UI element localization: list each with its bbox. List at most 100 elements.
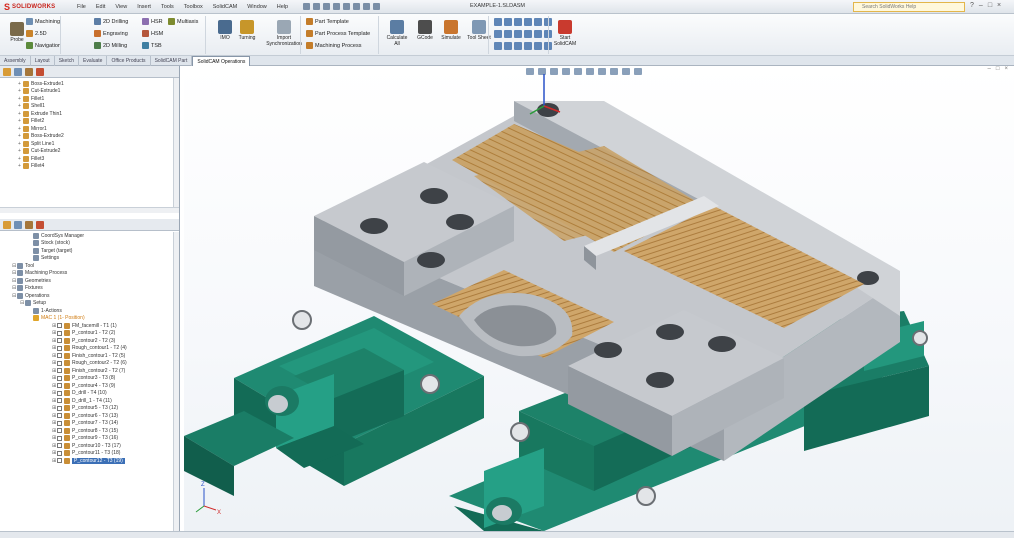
operation-checkbox[interactable]	[57, 398, 62, 404]
operation-item[interactable]: ⊞ P_contour11 - T3 (18)	[4, 450, 172, 458]
cam-tree-item[interactable]: ⊟ Machining Process	[4, 270, 172, 278]
config-tab-icon[interactable]	[25, 220, 33, 229]
operation-checkbox[interactable]	[57, 345, 62, 351]
operation-checkbox[interactable]	[57, 383, 62, 389]
operation-checkbox[interactable]	[57, 323, 62, 329]
operation-item[interactable]: ⊞ P_contour2 - T2 (3)	[4, 337, 172, 345]
view-tool-icon[interactable]	[534, 42, 542, 50]
feature-manager-tab-icon[interactable]	[3, 67, 11, 76]
machining-process-button[interactable]: Machining Process	[306, 42, 361, 49]
tsb-button[interactable]: TSB	[142, 42, 162, 49]
select-icon[interactable]	[353, 3, 361, 10]
operation-item[interactable]: ⊞ P_contour7 - T3 (14)	[4, 420, 172, 428]
hsm-button[interactable]: HSM	[142, 30, 163, 37]
open-icon[interactable]	[313, 3, 321, 10]
cam-tree-item[interactable]: Target (target)	[4, 247, 172, 255]
hsr-button[interactable]: HSR	[142, 18, 163, 25]
part-template-button[interactable]: Part Template	[306, 18, 349, 25]
feature-tree-item[interactable]: + Mirror1	[4, 125, 179, 133]
operation-item[interactable]: ⊞ P_contour6 - T3 (13)	[4, 412, 172, 420]
part-process-template-button[interactable]: Part Process Template	[306, 30, 370, 37]
view-tool-icon[interactable]	[514, 30, 522, 38]
undo-icon[interactable]	[343, 3, 351, 10]
view-tool-icon[interactable]	[524, 42, 532, 50]
tab-solidcam-operations[interactable]: SolidCAM Operations	[192, 56, 251, 66]
property-manager-tab-icon[interactable]	[14, 67, 22, 76]
calculate-all-button[interactable]: Calculate All	[384, 20, 410, 47]
feature-tree-item[interactable]: + Boss-Extrude1	[4, 80, 179, 88]
operation-checkbox[interactable]	[57, 405, 62, 411]
graphics-area[interactable]: – □ × Z X	[184, 66, 1014, 531]
view-tool-icon[interactable]	[514, 42, 522, 50]
operation-checkbox[interactable]	[57, 420, 62, 426]
operation-checkbox[interactable]	[57, 330, 62, 336]
operation-checkbox[interactable]	[57, 375, 62, 381]
menu-window[interactable]: Window	[242, 4, 272, 10]
cam-tree-item[interactable]: Stock (stock)	[4, 240, 172, 248]
operation-item[interactable]: ⊞ P_contour5 - T3 (12)	[4, 405, 172, 413]
operation-checkbox[interactable]	[57, 428, 62, 434]
operation-item[interactable]: ⊞ Finish_contour2 - T2 (7)	[4, 367, 172, 375]
cam-tree-item[interactable]: ⊟ Geometries	[4, 277, 172, 285]
operation-item[interactable]: ⊞ D_drill - T4 (10)	[4, 390, 172, 398]
menu-insert[interactable]: Insert	[132, 4, 156, 10]
view-tool-icon[interactable]	[504, 18, 512, 26]
menu-file[interactable]: File	[72, 4, 91, 10]
view-tool-icon[interactable]	[524, 30, 532, 38]
cam-tree-item[interactable]: Settings	[4, 255, 172, 263]
operation-checkbox[interactable]	[57, 435, 62, 441]
view-tool-icon[interactable]	[534, 30, 542, 38]
operation-checkbox[interactable]	[57, 450, 62, 456]
search-input[interactable]: Search SolidWorks Help	[853, 2, 965, 12]
feature-tree-scrollbar[interactable]	[173, 78, 179, 213]
operation-checkbox[interactable]	[57, 413, 62, 419]
gcode-button[interactable]: GCode	[412, 20, 438, 41]
operation-item[interactable]: ⊞ Finish_contour1 - T2 (5)	[4, 352, 172, 360]
configuration-manager-tab-icon[interactable]	[25, 67, 33, 76]
start-solidcam-button[interactable]: Start SolidCAM	[552, 20, 578, 47]
minimize-icon[interactable]: –	[979, 2, 983, 9]
rebuild-icon[interactable]	[363, 3, 371, 10]
simulate-button[interactable]: Simulate	[438, 20, 464, 41]
navigation-button[interactable]: Navigation	[26, 42, 61, 49]
machining-button[interactable]: Machining	[26, 18, 60, 25]
view-tool-icon[interactable]	[494, 18, 502, 26]
cam-tree-item[interactable]: ⊟ Setup	[4, 300, 172, 308]
view-tool-icon[interactable]	[514, 18, 522, 26]
cam-tree-item[interactable]: 1-Actions	[4, 307, 172, 315]
menu-solidcam[interactable]: SolidCAM	[208, 4, 242, 10]
operation-item[interactable]: ⊞ P_contour1 - T2 (2)	[4, 330, 172, 338]
menu-tools[interactable]: Tools	[156, 4, 179, 10]
cam-tree-item[interactable]: MAC 1 (1- Position)	[4, 315, 172, 323]
solidworks-logo[interactable]: S SOLIDWORKS	[4, 2, 64, 12]
close-icon[interactable]: ×	[997, 2, 1001, 9]
feature-tab-icon[interactable]	[3, 220, 11, 229]
solidcam-manager-tab-icon[interactable]	[36, 67, 44, 76]
property-tab-icon[interactable]	[14, 220, 22, 229]
view-tool-icon[interactable]	[504, 30, 512, 38]
operation-checkbox[interactable]	[57, 353, 62, 359]
feature-tree-item[interactable]: + Split Line1	[4, 140, 179, 148]
2d-drilling-button[interactable]: 2D Drilling	[94, 18, 128, 25]
operation-checkbox[interactable]	[57, 390, 62, 396]
feature-tree-item[interactable]: + Cut-Extrude2	[4, 148, 179, 156]
feature-tree-hscrollbar[interactable]	[0, 207, 179, 213]
feature-tree-item[interactable]: + Boss-Extrude2	[4, 133, 179, 141]
tab-office-products[interactable]: Office Products	[107, 56, 151, 66]
feature-tree-item[interactable]: + Extrude Thin1	[4, 110, 179, 118]
save-icon[interactable]	[323, 3, 331, 10]
solidcam-tab-icon[interactable]	[36, 220, 44, 229]
cam-tree-item[interactable]: ⊟ Tool	[4, 262, 172, 270]
cad-model-view[interactable]: Z X	[184, 66, 1014, 531]
feature-tree-item[interactable]: + Fillet1	[4, 95, 179, 103]
2d-milling-button[interactable]: 2D Milling	[94, 42, 127, 49]
view-tool-icon[interactable]	[494, 42, 502, 50]
menu-help[interactable]: Help	[272, 4, 293, 10]
operation-item[interactable]: ⊞ P_contour8 - T3 (15)	[4, 427, 172, 435]
vise-fixture-left[interactable]	[184, 316, 484, 496]
tab-sketch[interactable]: Sketch	[55, 56, 79, 66]
tab-layout[interactable]: Layout	[31, 56, 55, 66]
operation-item[interactable]: ⊞ FM_facemill - T1 (1)	[4, 322, 172, 330]
tab-solidcam-part[interactable]: SolidCAM Part	[151, 56, 193, 66]
operation-checkbox[interactable]	[57, 368, 62, 374]
